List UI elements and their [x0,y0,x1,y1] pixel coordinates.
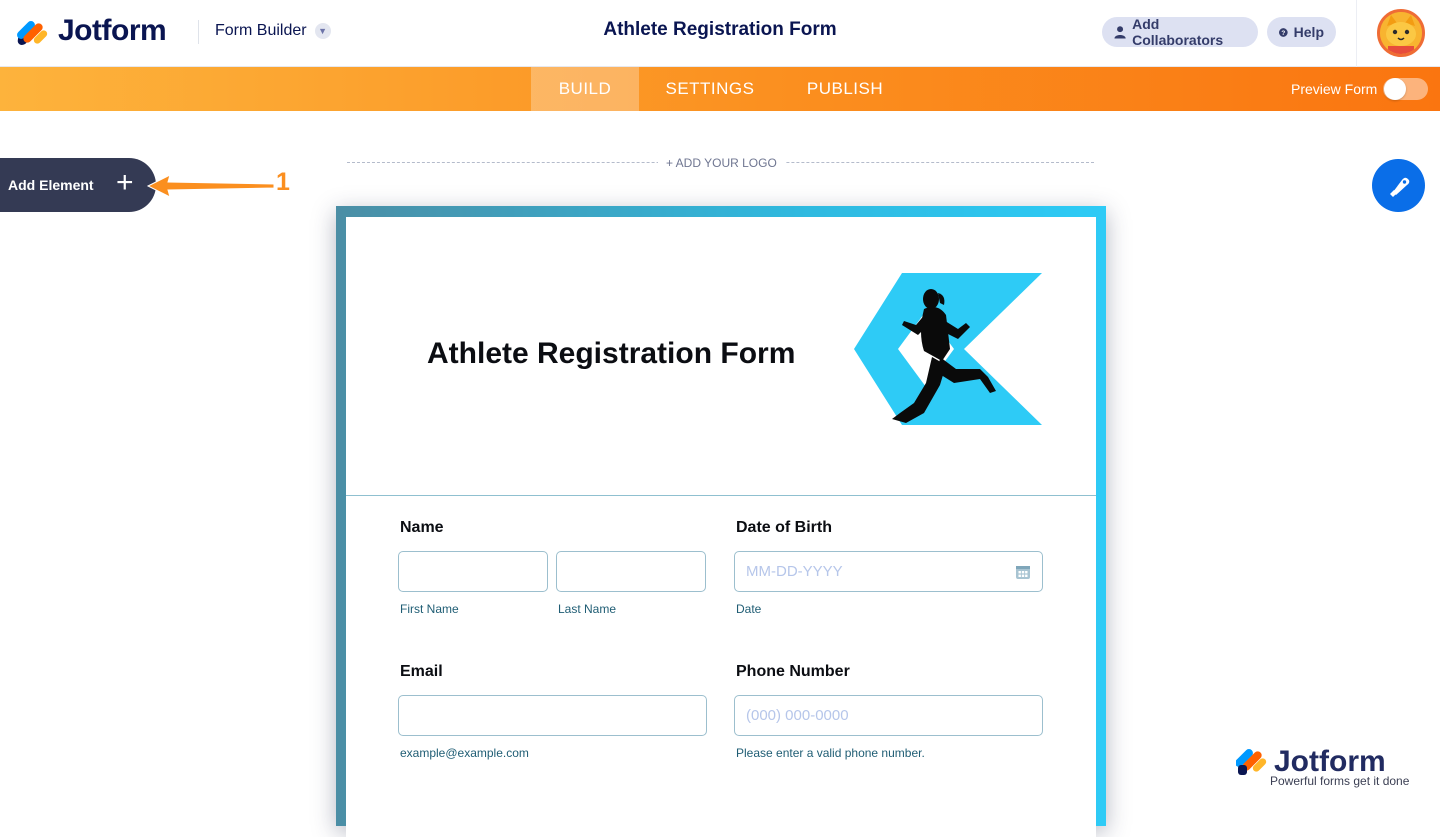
help-icon: ? [1279,27,1288,37]
jotform-logo[interactable]: Jotform [15,14,167,48]
header-divider-right [1356,0,1357,67]
form-builder-label: Form Builder [215,22,307,39]
form-heading[interactable]: Athlete Registration Form [427,337,795,371]
first-name-input[interactable] [398,551,548,592]
preview-form-label: Preview Form [1291,81,1378,97]
add-collaborators-label: Add Collaborators [1132,16,1224,48]
tab-publish[interactable]: PUBLISH [790,67,900,111]
add-element-button[interactable]: Add Element + [0,158,156,212]
preview-form-toggle[interactable] [1383,78,1428,100]
form-designer-button[interactable] [1372,159,1425,212]
add-logo-link[interactable]: + ADD YOUR LOGO [658,156,785,170]
add-element-label: Add Element [8,177,94,193]
last-name-input[interactable] [556,551,706,592]
form-title[interactable]: Athlete Registration Form [520,19,920,41]
email-label: Email [400,663,443,680]
jotform-logo-icon [15,15,49,47]
dob-sublabel: Date [736,602,762,616]
last-name-sublabel: Last Name [558,602,617,616]
form-frame: Athlete Registration Form Name First Nam… [336,206,1106,837]
help-label: Help [1293,24,1324,40]
top-header: Jotform Form Builder ▼ Athlete Registrat… [0,0,1440,67]
phone-input[interactable]: (000) 000-0000 [734,695,1043,736]
calendar-icon[interactable] [1015,564,1031,580]
email-input[interactable] [398,695,707,736]
cat-avatar-icon [1380,12,1422,54]
callout-arrow-icon [146,174,275,198]
callout-step-number: 1 [276,168,290,196]
svg-text:?: ? [1281,29,1285,36]
runner-header-image[interactable] [854,273,1044,429]
name-label: Name [400,519,444,536]
dob-label: Date of Birth [736,519,832,536]
jotform-watermark-icon [1236,749,1267,775]
dob-input[interactable]: MM-DD-YYYY [734,551,1043,592]
builder-nav: BUILD SETTINGS PUBLISH Preview Form [0,67,1440,111]
user-avatar[interactable] [1377,9,1425,57]
plus-icon: + [116,166,134,199]
tab-build[interactable]: BUILD [531,67,639,111]
tab-settings[interactable]: SETTINGS [648,67,772,111]
add-collaborators-button[interactable]: Add Collaborators [1102,16,1258,48]
form-card: Athlete Registration Form Name First Nam… [346,217,1096,837]
user-icon [1114,26,1126,39]
phone-sublabel: Please enter a valid phone number. [736,746,925,760]
toggle-knob [1384,78,1406,100]
help-button[interactable]: ? Help [1267,17,1336,47]
jotform-wordmark: Jotform [58,14,167,47]
phone-placeholder: (000) 000-0000 [746,707,849,724]
paint-roller-icon [1389,177,1409,197]
dob-placeholder: MM-DD-YYYY [746,563,843,580]
header-divider [198,20,199,44]
chevron-down-icon: ▼ [314,23,331,39]
watermark-tagline: Powerful forms get it done [1270,774,1410,788]
first-name-sublabel: First Name [400,602,459,616]
email-sublabel: example@example.com [400,746,529,760]
phone-label: Phone Number [736,663,850,680]
form-header-separator [346,495,1096,496]
form-builder-switcher[interactable]: Form Builder ▼ [215,22,331,40]
